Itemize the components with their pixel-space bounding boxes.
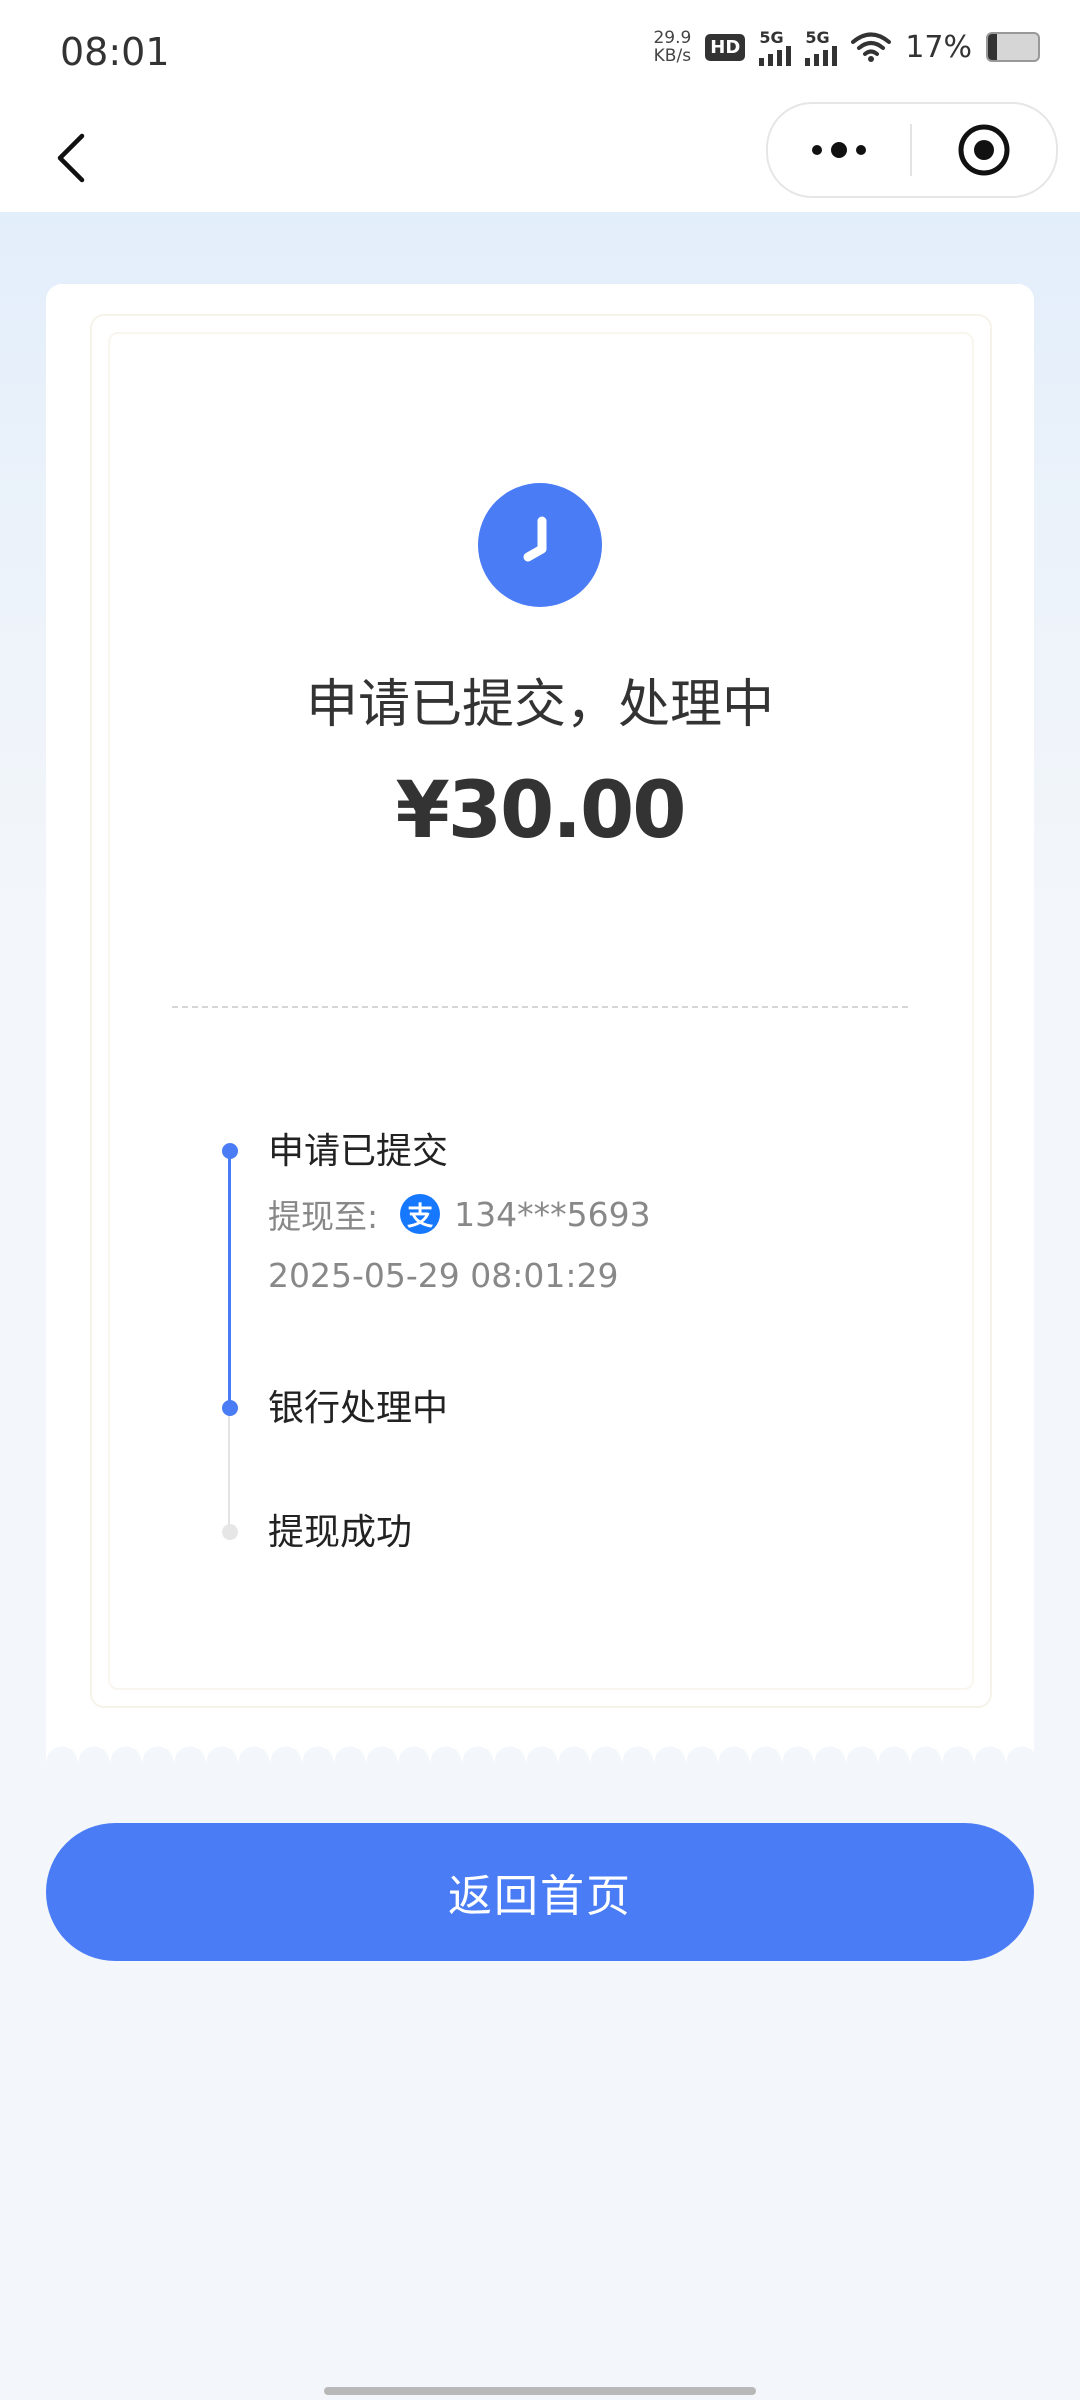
withdraw-account: 134***5693 xyxy=(454,1194,651,1234)
timeline-line xyxy=(228,1152,231,1408)
battery-percent: 17% xyxy=(905,29,972,65)
network-speed: 29.9 KB/s xyxy=(653,28,692,66)
timeline-step-title: 银行处理中 xyxy=(268,1388,449,1429)
more-dots-icon xyxy=(812,145,822,155)
dashed-divider xyxy=(172,1006,908,1008)
battery-icon xyxy=(986,32,1040,62)
status-time: 08:01 xyxy=(60,30,170,74)
close-button[interactable] xyxy=(912,104,1056,196)
timeline-dot xyxy=(222,1143,238,1159)
more-button[interactable] xyxy=(768,104,910,196)
return-home-button[interactable]: 返回首页 xyxy=(46,1823,1034,1961)
target-icon xyxy=(958,124,1010,176)
timeline-step-title: 提现成功 xyxy=(268,1512,413,1553)
status-bar: 08:01 29.9 KB/s HD 5G 5G 17% xyxy=(0,0,1080,105)
withdraw-label: 提现至: xyxy=(268,1197,379,1236)
alipay-icon: 支 xyxy=(400,1194,441,1234)
amount: ¥30.00 xyxy=(395,766,687,856)
receipt-scalloped-edge xyxy=(46,1736,1034,1762)
timeline-step-title: 申请已提交 xyxy=(268,1131,449,1172)
status-title: 申请已提交，处理中 xyxy=(305,675,774,735)
timeline-dot xyxy=(222,1524,238,1540)
status-icons: 29.9 KB/s HD 5G 5G 17% xyxy=(653,28,1040,66)
receipt-card: 申请已提交，处理中 ¥30.00 申请已提交 提现至: 支 134***5693… xyxy=(46,284,1034,1744)
signal-icon: 5G xyxy=(805,28,838,66)
wifi-icon xyxy=(851,32,892,62)
clock-icon xyxy=(478,483,602,607)
timeline-dot xyxy=(222,1400,238,1416)
home-indicator[interactable] xyxy=(324,2387,756,2395)
mini-program-capsule xyxy=(766,102,1058,198)
submit-time: 2025-05-29 08:01:29 xyxy=(268,1256,619,1295)
timeline-line xyxy=(228,1408,230,1532)
hd-icon: HD xyxy=(705,33,746,61)
withdraw-target: 提现至: 支 134***5693 xyxy=(268,1190,651,1238)
signal-icon: 5G xyxy=(759,28,792,66)
chevron-left-icon xyxy=(57,133,85,183)
back-button[interactable] xyxy=(36,123,106,193)
